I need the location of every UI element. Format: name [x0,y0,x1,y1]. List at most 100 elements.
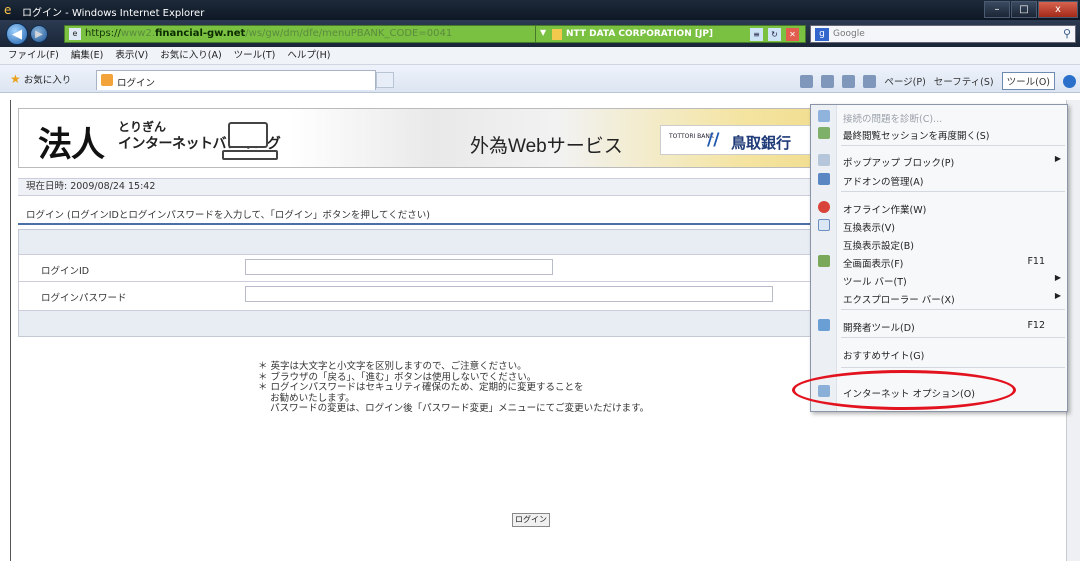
menu-item-label: ツール バー(T) [843,277,907,288]
submenu-arrow-icon: ▶ [1054,154,1061,163]
menu-view[interactable]: 表示(V) [115,47,148,64]
menu-item-label: エクスプローラー バー(X) [843,295,955,306]
bank-name: 鳥取銀行 [731,134,792,152]
laptop-icon [222,122,278,160]
close-button[interactable]: x [1038,1,1078,18]
menu-item-fullscreen[interactable]: 全画面表示(F) F11 [811,253,1067,270]
bank-logo: TOTTORI BANK // 鳥取銀行 [660,125,812,155]
reopen-session-icon [818,127,830,139]
page-icon: e [69,28,81,40]
search-placeholder: Google [833,29,865,39]
mail-icon[interactable] [842,74,856,88]
menu-item-reopen-session[interactable]: 最終閲覧セッションを再度開く(S) [811,125,1067,142]
menu-bar: ファイル(F) 編集(E) 表示(V) お気に入り(A) ツール(T) ヘルプ(… [0,47,1080,65]
tools-dropdown-menu: 接続の問題を診断(C)... 最終閲覧セッションを再度開く(S) ポップアップ … [810,104,1068,412]
maximize-button[interactable]: □ [1011,1,1037,18]
shortcut-key: F12 [1027,320,1045,331]
favorites-bar: ★ お気に入り ログイン ページ(P) セーフティ(S) ツール(O) [0,65,1080,93]
menu-help[interactable]: ヘルプ(H) [287,47,330,64]
star-icon: ★ [10,72,21,86]
menu-item-label: おすすめサイト(G) [843,351,925,362]
developer-tools-icon [818,319,830,331]
minimize-button[interactable]: – [984,1,1010,18]
menu-separator [841,337,1065,338]
menu-item-developer-tools[interactable]: 開発者ツール(D) F12 [811,317,1067,334]
menu-item-explorer-bars[interactable]: エクスプローラー バー(X) ▶ [811,289,1067,306]
popup-block-icon [818,154,830,166]
login-notes: ＊ 英字は大文字と小文字を区別しますので、ご注意ください。 ＊ ブラウザの「戻る… [258,361,650,414]
dropdown-arrow-icon[interactable]: ▼ [540,28,546,37]
offline-icon [818,201,830,213]
menu-separator [841,367,1065,368]
bank-wing-icon: // [707,130,720,150]
logo-main-text: 法人 [38,126,105,164]
new-tab-button[interactable] [376,72,394,88]
browser-tab[interactable]: ログイン [96,70,376,90]
login-button[interactable]: ログイン [512,513,550,527]
login-id-input[interactable] [245,259,553,275]
url-text: https://www2.financial-gw.net/ws/gw/dm/d… [85,28,453,39]
help-icon[interactable] [1063,74,1076,88]
stop-icon[interactable]: ✕ [786,28,799,41]
menu-tools[interactable]: ツール(T) [234,47,276,64]
menu-item-label: アドオンの管理(A) [843,177,924,188]
command-bar: ページ(P) セーフティ(S) ツール(O) [792,72,1076,90]
fullscreen-icon [818,255,830,267]
compat-view-icon[interactable]: ≡ [750,28,763,41]
compat-view-icon [818,219,830,231]
search-box[interactable]: g Google ⚲ [810,25,1076,43]
page-menu-button[interactable]: ページ(P) [884,74,925,88]
menu-item-label: 全画面表示(F) [843,259,904,270]
feeds-icon[interactable] [821,74,835,88]
service-name: 外為Webサービス [470,136,623,157]
menu-item-popup-block[interactable]: ポップアップ ブロック(P) ▶ [811,152,1067,169]
diagnose-icon [818,110,830,122]
vertical-scrollbar[interactable] [1066,100,1080,561]
highlight-circle-annotation [792,370,1016,410]
menu-edit[interactable]: 編集(E) [71,47,103,64]
menu-item-label: 互換表示(V) [843,223,895,234]
search-icon[interactable]: ⚲ [1063,27,1071,40]
login-id-label: ログインID [41,266,90,277]
login-password-label: ログインパスワード [41,293,127,304]
menu-item-diagnose[interactable]: 接続の問題を診断(C)... [811,108,1067,125]
menu-favorites[interactable]: お気に入り(A) [160,47,221,64]
back-button[interactable]: ◀ [6,23,28,45]
menu-separator [841,309,1065,310]
tab-page-icon [101,74,113,86]
tools-menu-button[interactable]: ツール(O) [1001,72,1055,90]
favorites-button[interactable]: ★ お気に入り [10,72,71,86]
safety-menu-button[interactable]: セーフティ(S) [934,74,994,88]
menu-item-label: 互換表示設定(B) [843,241,914,252]
menu-item-label: 開発者ツール(D) [843,323,915,334]
submenu-arrow-icon: ▶ [1054,273,1061,282]
menu-item-addons[interactable]: アドオンの管理(A) [811,171,1067,188]
url-field[interactable]: e https://www2.financial-gw.net/ws/gw/dm… [64,25,536,43]
certificate-owner[interactable]: NTT DATA CORPORATION [JP] [566,29,713,39]
menu-item-label: 接続の問題を診断(C)... [843,114,943,125]
menu-separator [841,191,1065,192]
title-bar: e ログイン - Windows Internet Explorer – □ x [0,0,1080,20]
print-icon[interactable] [863,74,877,88]
login-password-input[interactable] [245,286,773,302]
addons-icon [818,173,830,185]
forward-button[interactable]: ▶ [30,25,48,43]
menu-item-offline[interactable]: オフライン作業(W) [811,199,1067,216]
google-icon: g [815,28,829,41]
menu-item-suggested-sites[interactable]: おすすめサイト(G) [811,345,1067,362]
refresh-icon[interactable]: ↻ [768,28,781,41]
security-lock-icon[interactable] [552,29,562,40]
address-bar: ◀ ▶ e https://www2.financial-gw.net/ws/g… [0,20,1080,47]
menu-item-compat-view[interactable]: 互換表示(V) [811,217,1067,234]
menu-file[interactable]: ファイル(F) [8,47,59,64]
shortcut-key: F11 [1027,256,1045,267]
home-icon[interactable] [800,74,814,88]
menu-item-compat-settings[interactable]: 互換表示設定(B) [811,235,1067,252]
window-title: ログイン - Windows Internet Explorer [22,8,205,19]
ie-logo-icon: e [4,3,12,17]
page-left-border [10,100,11,561]
menu-item-label: 最終閲覧セッションを再度開く(S) [843,131,990,142]
window-controls: – □ x [983,1,1078,18]
menu-item-toolbars[interactable]: ツール バー(T) ▶ [811,271,1067,288]
menu-item-label: ポップアップ ブロック(P) [843,158,955,169]
